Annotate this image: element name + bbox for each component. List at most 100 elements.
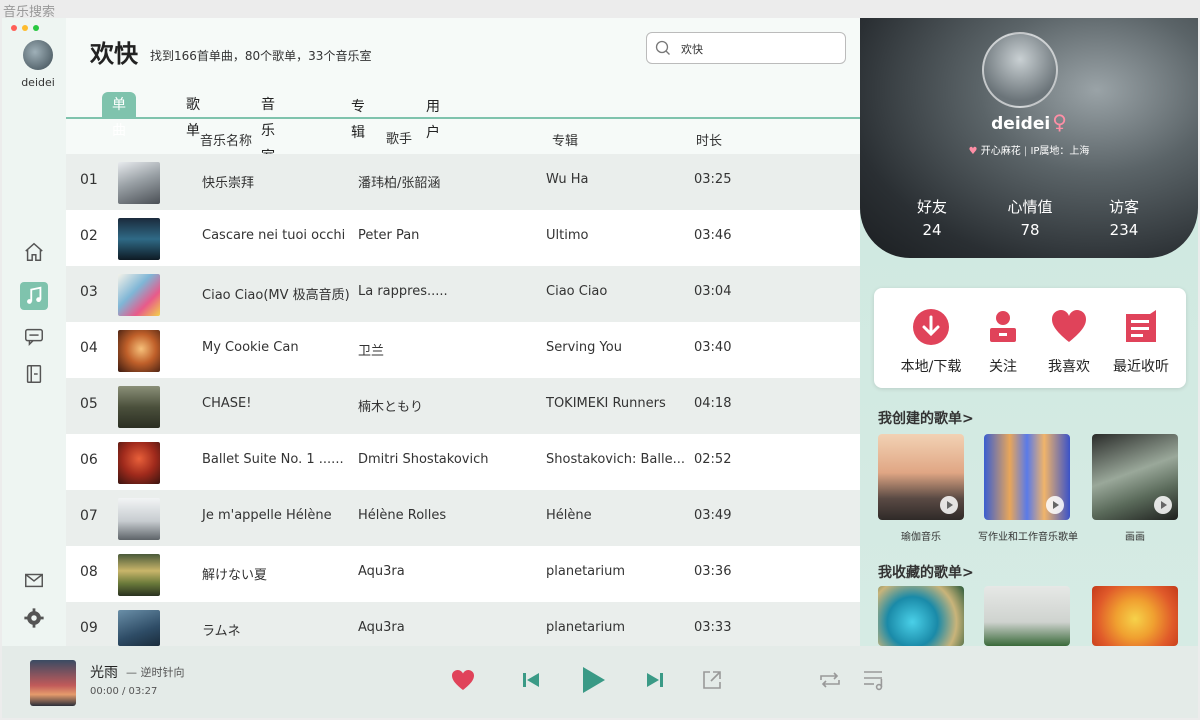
song-cover: [118, 498, 160, 540]
tab-songs[interactable]: 单曲: [102, 92, 136, 139]
minimize-dot[interactable]: [22, 25, 28, 31]
table-row[interactable]: 09 ラムネ Aqu3ra planetarium 03:33: [66, 602, 860, 646]
table-row[interactable]: 04 My Cookie Can 卫兰 Serving You 03:40: [66, 322, 860, 378]
song-artist[interactable]: Aqu3ra: [358, 620, 405, 635]
song-album[interactable]: Shostakovich: Balle...: [546, 452, 685, 467]
nav-settings[interactable]: [20, 604, 48, 632]
playlist-cover: [1092, 586, 1178, 646]
table-row[interactable]: 08 解けない夏 Aqu3ra planetarium 03:36: [66, 546, 860, 602]
nav-home[interactable]: [20, 238, 48, 266]
playlist-card[interactable]: 瑜伽音乐: [878, 434, 964, 543]
play-circle-icon[interactable]: [940, 496, 958, 514]
playlist-cover: [1092, 434, 1178, 520]
maximize-dot[interactable]: [33, 25, 39, 31]
playlist-card[interactable]: 画画: [1092, 434, 1178, 543]
stat-label: 好友: [916, 198, 947, 216]
song-artist[interactable]: Hélène Rolles: [358, 508, 446, 523]
profile-ip-location: IP属地：上海: [1030, 146, 1090, 157]
title-bar: 音乐搜索: [0, 0, 1200, 20]
song-cover: [118, 274, 160, 316]
nav-notebook[interactable]: [20, 360, 48, 388]
previous-button[interactable]: [522, 671, 540, 689]
user-avatar[interactable]: [23, 40, 53, 70]
quick-action-download[interactable]: 本地/下载: [892, 308, 970, 376]
song-album[interactable]: Serving You: [546, 340, 622, 355]
now-playing-title[interactable]: 光雨: [90, 662, 118, 682]
playlist-card[interactable]: [984, 586, 1070, 646]
playlist-card[interactable]: [1092, 586, 1178, 646]
next-button[interactable]: [646, 671, 664, 689]
tab-music-rooms[interactable]: 音乐室: [261, 92, 275, 165]
song-artist[interactable]: Aqu3ra: [358, 564, 405, 579]
nav-mail[interactable]: [20, 566, 48, 594]
created-playlists-title[interactable]: 我创建的歌单>: [878, 408, 974, 428]
song-title: Ballet Suite No. 1 ......: [202, 452, 344, 467]
collected-playlists-title[interactable]: 我收藏的歌单>: [878, 562, 974, 582]
song-album[interactable]: Ultimo: [546, 228, 588, 243]
play-button[interactable]: [582, 666, 606, 694]
playlist-cover: [984, 586, 1070, 646]
nav-chat[interactable]: [20, 322, 48, 350]
tab-playlists[interactable]: 歌单: [186, 92, 200, 139]
song-album[interactable]: Hélène: [546, 508, 592, 523]
song-artist[interactable]: Dmitri Shostakovich: [358, 452, 488, 467]
stat-mood[interactable]: 心情值 78: [990, 196, 1070, 239]
song-artist[interactable]: Peter Pan: [358, 228, 419, 243]
song-index: 04: [80, 340, 98, 356]
playlist-card[interactable]: [878, 586, 964, 646]
profile-tags: ♥ 开心麻花 | IP属地：上海: [860, 142, 1198, 157]
song-artist[interactable]: 楠木ともり: [358, 396, 423, 415]
song-index: 01: [80, 172, 98, 188]
stat-visitors[interactable]: 访客 234: [1084, 196, 1164, 239]
column-header-album[interactable]: 专辑: [552, 130, 578, 149]
heart-icon: [452, 670, 474, 690]
song-album[interactable]: planetarium: [546, 564, 625, 579]
playlist-queue-button[interactable]: [862, 669, 886, 691]
table-row[interactable]: 02 Cascare nei tuoi occhi Peter Pan Ulti…: [66, 210, 860, 266]
table-row[interactable]: 06 Ballet Suite No. 1 ...... Dmitri Shos…: [66, 434, 860, 490]
song-album[interactable]: TOKIMEKI Runners: [546, 396, 666, 411]
playlist-card[interactable]: 写作业和工作音乐歌单: [978, 434, 1078, 543]
playlist-cover: [878, 434, 964, 520]
app-window: deidei 欢快 找到166首单曲，80个歌单，33个音乐室 欢快 单曲 歌单…: [2, 18, 1198, 718]
table-row[interactable]: 01 快乐崇拜 潘玮柏/张韶涵 Wu Ha 03:25: [66, 154, 860, 210]
stat-friends[interactable]: 好友 24: [892, 196, 972, 239]
share-button[interactable]: [702, 670, 722, 690]
song-artist[interactable]: 潘玮柏/张韶涵: [358, 172, 440, 191]
song-index: 09: [80, 620, 98, 636]
stat-label: 访客: [1108, 198, 1139, 216]
song-title: Cascare nei tuoi occhi: [202, 228, 346, 243]
table-row[interactable]: 05 CHASE! 楠木ともり TOKIMEKI Runners 04:18: [66, 378, 860, 434]
profile-avatar[interactable]: [982, 32, 1058, 108]
song-album[interactable]: planetarium: [546, 620, 625, 635]
song-album[interactable]: Wu Ha: [546, 172, 589, 187]
now-playing-cover[interactable]: [30, 660, 76, 706]
download-icon: [913, 309, 949, 345]
table-row[interactable]: 07 Je m'appelle Hélène Hélène Rolles Hél…: [66, 490, 860, 546]
song-duration: 03:36: [694, 564, 732, 579]
column-header-artist[interactable]: 歌手: [386, 128, 412, 147]
song-artist[interactable]: La rappres.....: [358, 284, 448, 299]
song-album[interactable]: Ciao Ciao: [546, 284, 607, 299]
column-header-name[interactable]: 音乐名称: [200, 130, 252, 149]
play-circle-icon[interactable]: [1046, 496, 1064, 514]
quick-action-favorites[interactable]: 我喜欢: [1030, 308, 1108, 376]
quick-action-label: 最近收听: [1113, 359, 1169, 375]
tabs-underline: [66, 117, 860, 119]
playlist-name: 画画: [1125, 532, 1145, 543]
quick-action-recent[interactable]: 最近收听: [1102, 308, 1180, 376]
song-artist[interactable]: 卫兰: [358, 340, 384, 359]
play-icon: [583, 667, 605, 693]
nav-music[interactable]: [20, 282, 48, 310]
now-playing-artist[interactable]: — 逆时针向: [126, 664, 185, 680]
play-circle-icon[interactable]: [1154, 496, 1172, 514]
song-duration: 03:46: [694, 228, 732, 243]
chat-icon: [25, 328, 43, 347]
close-dot[interactable]: [11, 25, 17, 31]
table-row[interactable]: 03 Ciao Ciao(MV 极高音质) La rappres..... Ci…: [66, 266, 860, 322]
stat-value: 78: [1020, 221, 1040, 239]
search-input[interactable]: 欢快: [646, 32, 846, 64]
column-header-duration[interactable]: 时长: [696, 130, 722, 149]
like-button[interactable]: [451, 669, 475, 691]
repeat-button[interactable]: [818, 670, 842, 690]
